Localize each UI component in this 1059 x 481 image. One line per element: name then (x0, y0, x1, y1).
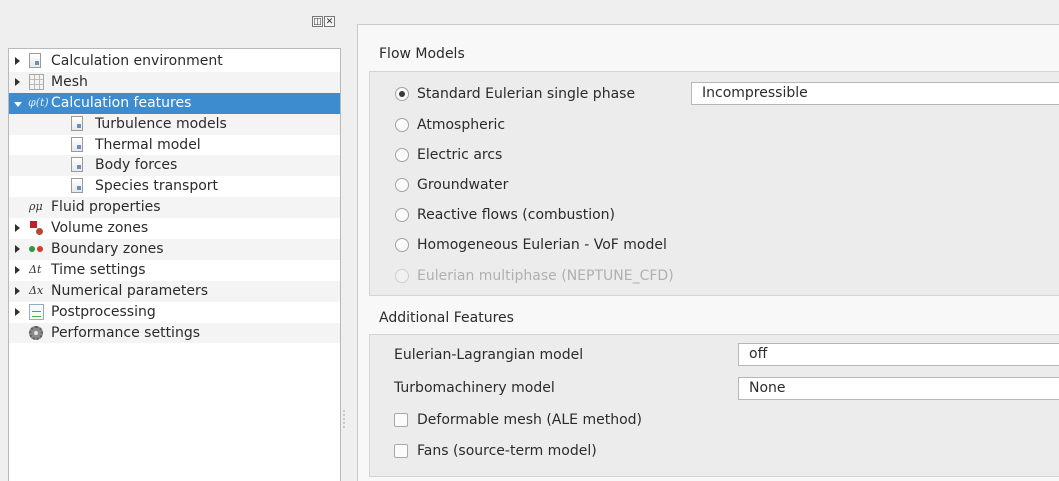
radio-atmospheric[interactable]: Atmospheric (395, 115, 505, 135)
radio-homogeneous-eulerian[interactable]: Homogeneous Eulerian - VoF model (395, 235, 667, 255)
tree-item-body-forces[interactable]: Body forces (9, 155, 340, 177)
expand-arrow-icon[interactable] (15, 245, 20, 254)
delta-x-icon: Δx (29, 283, 44, 297)
rho-mu-icon: ρμ (29, 200, 43, 214)
document-icon (71, 178, 83, 194)
document-icon (71, 115, 83, 131)
expand-arrow-icon[interactable] (15, 224, 20, 233)
expand-arrow-icon[interactable] (15, 265, 20, 274)
expand-arrow-icon[interactable] (15, 77, 20, 86)
tree-item-label: Volume zones (51, 220, 149, 237)
tree-item-performance-settings[interactable]: Performance settings (9, 322, 340, 344)
close-icon[interactable]: ✕ (324, 16, 335, 27)
tree-item-label: Body forces (95, 157, 178, 174)
radio-label: Standard Eulerian single phase (417, 86, 636, 102)
tree-item-volume-zones[interactable]: Volume zones (9, 218, 340, 239)
fans-checkbox[interactable] (394, 444, 408, 458)
tree-item-label: Fluid properties (51, 199, 161, 216)
tree-item-calculation-environment[interactable]: Calculation environment (9, 51, 340, 72)
radio-button[interactable] (395, 118, 409, 132)
additional-features-heading: Additional Features (379, 310, 514, 326)
radio-reactive-flows[interactable]: Reactive flows (combustion) (395, 205, 615, 225)
tree-item-label: Turbulence models (95, 115, 227, 132)
tree-item-label: Postprocessing (51, 303, 156, 320)
tree-item-label: Time settings (51, 261, 146, 278)
checkbox-label: Fans (source-term model) (417, 443, 597, 459)
boundary-zones-icon (29, 241, 44, 257)
splitter-handle[interactable] (343, 410, 345, 428)
document-icon (71, 136, 83, 152)
checkbox-label: Deformable mesh (ALE method) (417, 412, 642, 428)
flow-models-heading: Flow Models (379, 46, 465, 62)
radio-button (395, 269, 409, 283)
tree-item-label: Calculation features (51, 94, 192, 111)
radio-standard-eulerian[interactable]: Standard Eulerian single phase (395, 84, 635, 104)
radio-button[interactable] (395, 208, 409, 222)
checkbox-ale-row[interactable]: Deformable mesh (ALE method) (394, 410, 642, 430)
tree-item-calculation-features[interactable]: φ(t) Calculation features (9, 92, 340, 114)
volume-zones-icon (29, 220, 44, 236)
tree-item-label: Boundary zones (51, 241, 164, 258)
tree-item-label: Mesh (51, 73, 88, 90)
radio-label: Groundwater (417, 177, 509, 193)
expand-arrow-icon[interactable] (15, 57, 20, 65)
tree-item-label: Calculation environment (51, 53, 223, 69)
document-icon (71, 157, 83, 173)
radio-groundwater[interactable]: Groundwater (395, 175, 508, 195)
document-icon (29, 53, 41, 68)
tree-item-time-settings[interactable]: Δt Time settings (9, 260, 340, 281)
tree-item-thermal-model[interactable]: Thermal model (9, 135, 340, 156)
phi-icon: φ(t) (28, 95, 49, 109)
expand-arrow-icon[interactable] (15, 307, 20, 316)
tree-item-label: Species transport (95, 178, 219, 195)
tree-item-numerical-parameters[interactable]: Δx Numerical parameters (9, 280, 340, 302)
float-icon[interactable]: ◫ (312, 16, 323, 27)
lagrangian-label: Eulerian-Lagrangian model (394, 347, 584, 363)
mesh-grid-icon (29, 73, 44, 90)
radio-button[interactable] (395, 178, 409, 192)
radio-label: Atmospheric (417, 117, 506, 133)
tree-item-fluid-properties[interactable]: ρμ Fluid properties (9, 197, 340, 219)
lagrangian-select[interactable]: off (738, 343, 1059, 366)
tree-item-label: Numerical parameters (51, 282, 209, 299)
compressibility-select[interactable]: Incompressible (691, 82, 1059, 105)
radio-button[interactable] (395, 238, 409, 252)
turbomachinery-label: Turbomachinery model (394, 380, 555, 396)
radio-label: Homogeneous Eulerian - VoF model (417, 237, 667, 253)
tree-item-mesh[interactable]: Mesh (9, 71, 340, 93)
dock-title-buttons: ◫ ✕ (312, 16, 335, 27)
chart-icon (29, 303, 44, 320)
delta-t-icon: Δt (29, 262, 42, 276)
tree-item-postprocessing[interactable]: Postprocessing (9, 302, 340, 323)
radio-label: Electric arcs (417, 147, 503, 163)
tree-item-species-transport[interactable]: Species transport (9, 176, 340, 197)
radio-electric-arcs[interactable]: Electric arcs (395, 145, 502, 165)
radio-button[interactable] (395, 87, 409, 101)
tree-item-label: Thermal model (95, 136, 201, 153)
checkbox-fans-row[interactable]: Fans (source-term model) (394, 441, 597, 461)
tree-item-label: Performance settings (51, 324, 200, 341)
radio-button[interactable] (395, 148, 409, 162)
collapse-arrow-icon[interactable] (14, 101, 22, 107)
radio-label: Reactive flows (combustion) (417, 207, 615, 223)
expand-arrow-icon[interactable] (15, 286, 20, 295)
radio-eulerian-multiphase: Eulerian multiphase (NEPTUNE_CFD) (395, 266, 674, 286)
gear-icon (29, 325, 43, 340)
tree-item-turbulence-models[interactable]: Turbulence models (9, 113, 340, 135)
tree-item-boundary-zones[interactable]: Boundary zones (9, 239, 340, 260)
ale-checkbox[interactable] (394, 413, 408, 427)
navigation-tree[interactable]: Calculation environment Mesh φ(t) Calcul… (8, 48, 341, 481)
turbomachinery-select[interactable]: None (738, 377, 1059, 400)
radio-label: Eulerian multiphase (NEPTUNE_CFD) (417, 268, 674, 284)
